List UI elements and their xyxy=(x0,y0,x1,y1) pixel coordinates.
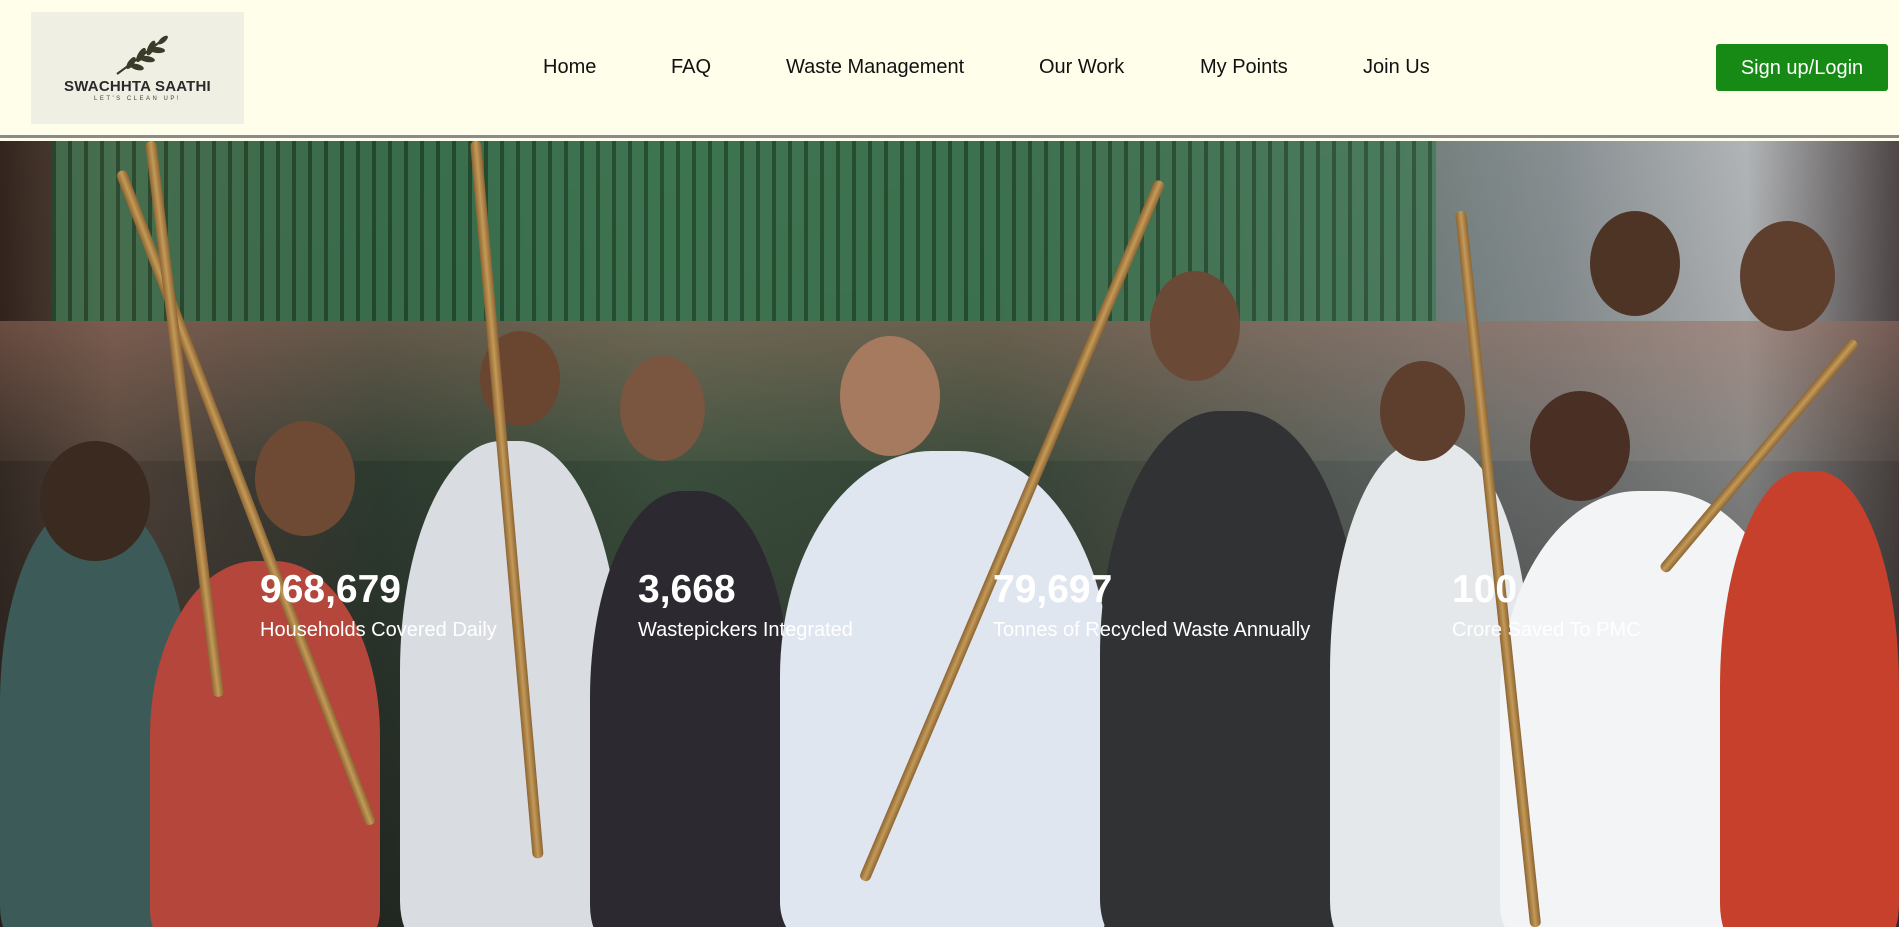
stat-recycled-waste: 79,697 Tonnes of Recycled Waste Annually xyxy=(993,567,1310,642)
nav-waste-management[interactable]: Waste Management xyxy=(786,56,964,79)
stat-value: 968,679 xyxy=(260,568,401,611)
main-nav: Home FAQ Waste Management Our Work My Po… xyxy=(0,56,1899,80)
nav-home[interactable]: Home xyxy=(543,56,596,79)
hero-banner: 968,679 Households Covered Daily 3,668 W… xyxy=(0,141,1899,927)
logo-tagline: LET'S CLEAN UP! xyxy=(94,96,181,102)
nav-our-work[interactable]: Our Work xyxy=(1039,56,1124,79)
stat-value: 79,697 xyxy=(993,568,1113,611)
stat-label: Wastepickers Integrated xyxy=(638,619,853,641)
stat-value: 100 xyxy=(1452,568,1518,611)
stat-households: 968,679 Households Covered Daily xyxy=(260,567,497,642)
stat-label: Tonnes of Recycled Waste Annually xyxy=(993,619,1311,641)
nav-faq[interactable]: FAQ xyxy=(671,56,711,79)
stat-crore-saved: 100 Crore Saved To PMC xyxy=(1452,567,1641,642)
stat-wastepickers: 3,668 Wastepickers Integrated xyxy=(638,567,853,642)
stat-value: 3,668 xyxy=(638,568,736,611)
logo-title: SWACHHTA SAATHI xyxy=(64,78,211,95)
stat-label: Households Covered Daily xyxy=(260,619,497,641)
site-header: SWACHHTA SAATHI LET'S CLEAN UP! Home FAQ… xyxy=(0,0,1899,138)
nav-my-points[interactable]: My Points xyxy=(1200,56,1288,79)
nav-join-us[interactable]: Join Us xyxy=(1363,56,1430,79)
stat-label: Crore Saved To PMC xyxy=(1452,619,1641,641)
signup-login-button[interactable]: Sign up/Login xyxy=(1716,44,1888,91)
